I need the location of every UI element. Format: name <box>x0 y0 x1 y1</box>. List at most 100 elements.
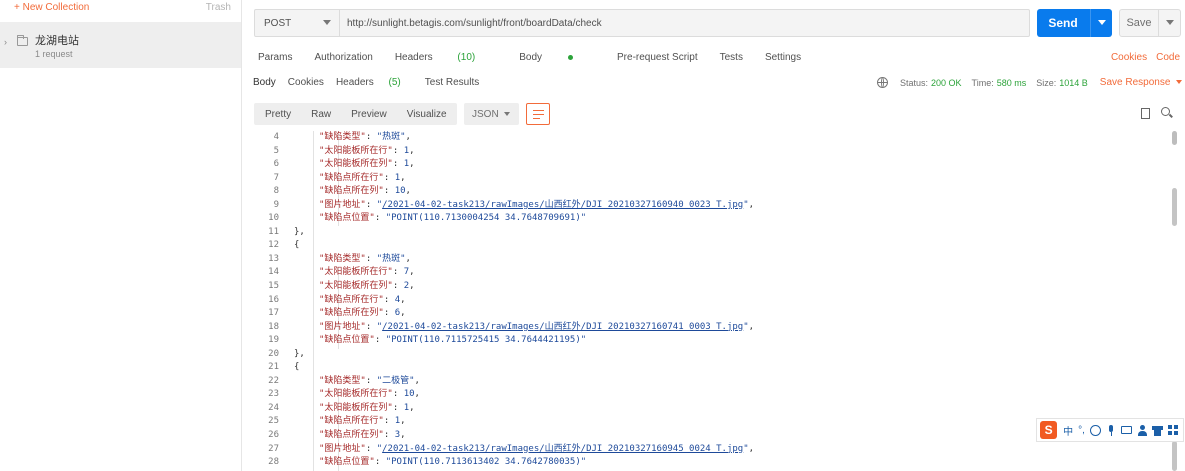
tab-headers-label: Headers <box>394 52 433 63</box>
image-link[interactable]: /2021-04-02-task213/rawImages/山西红外/DJI_2… <box>382 322 743 332</box>
language-select[interactable]: JSON <box>464 103 519 125</box>
code-token: "缺陷点所在列" <box>319 308 384 319</box>
code-token: , <box>409 267 415 278</box>
code-token: "缺陷点所在行" <box>319 294 384 305</box>
tab-authorization[interactable]: Authorization <box>314 52 372 66</box>
save-button[interactable]: Save <box>1119 9 1181 37</box>
ime-punctuation-toggle[interactable]: °, <box>1078 425 1085 436</box>
image-link[interactable]: /2021-04-02-task213/rawImages/山西红外/DJI_2… <box>382 200 743 210</box>
tab-body[interactable]: Body <box>519 52 595 66</box>
code-line: 23 "太阳能板所在行": 10, <box>243 388 1171 402</box>
code-text: "太阳能板所在行": 1, <box>294 145 415 159</box>
user-icon[interactable] <box>1137 424 1148 436</box>
code-token: "太阳能板所在行" <box>319 267 393 278</box>
code-line: 22 "缺陷类型": "二极管", <box>243 375 1171 389</box>
response-tab-headers[interactable]: Headers (5) <box>336 77 413 88</box>
line-number: 26 <box>268 430 279 441</box>
tab-body-label: Body <box>519 52 543 63</box>
tab-headers[interactable]: Headers (10) <box>395 52 497 66</box>
folder-icon <box>17 35 28 46</box>
response-tab-body[interactable]: Body <box>253 77 276 88</box>
line-number: 8 <box>273 186 279 197</box>
line-number: 5 <box>273 145 279 156</box>
cookies-link[interactable]: Cookies <box>1111 52 1147 63</box>
line-number: 9 <box>273 199 279 210</box>
response-tab-test-results[interactable]: Test Results <box>425 77 479 88</box>
format-raw[interactable]: Raw <box>301 109 341 120</box>
code-token: "太阳能板所在行" <box>319 389 393 400</box>
collection-item[interactable]: › 龙湖电站 1 request <box>0 22 241 68</box>
scroll-thumb[interactable] <box>1172 131 1177 145</box>
code-token: : <box>392 267 404 278</box>
toolbox-icon[interactable] <box>1167 424 1179 436</box>
code-token: , <box>400 430 406 441</box>
code-token: "缺陷点所在行" <box>319 172 384 183</box>
ime-language-toggle[interactable]: 中 <box>1063 423 1073 438</box>
tab-tests[interactable]: Tests <box>720 52 743 66</box>
skin-icon[interactable] <box>1152 425 1164 436</box>
ime-logo[interactable]: S <box>1040 421 1058 439</box>
code-token: , <box>400 172 406 183</box>
code-token: }, <box>294 348 305 359</box>
format-visualize[interactable]: Visualize <box>397 109 457 120</box>
code-line: 24 "太阳能板所在列": 1, <box>243 402 1171 416</box>
code-token: "热斑" <box>376 132 406 142</box>
body-indicator-dot <box>568 54 574 60</box>
send-label: Send <box>1048 16 1078 30</box>
response-body-editor[interactable]: 4 "缺陷类型": "热斑", 5 "太阳能板所在行": 1, 6 "太阳能板所在列": … <box>243 131 1171 471</box>
code-token: "图片地址" <box>319 321 366 332</box>
format-preview[interactable]: Preview <box>341 109 397 120</box>
code-line: 19 "缺陷点位置": "POINT(110.7115725415 34.7644… <box>243 334 1171 348</box>
emoji-icon[interactable] <box>1089 424 1101 436</box>
code-token: "POINT(110.7115725415 34.7644421195)" <box>385 335 587 346</box>
code-text: { <box>294 361 299 375</box>
code-line: 28 "缺陷点位置": "POINT(110.7113613402 34.7642… <box>243 456 1171 470</box>
format-pretty[interactable]: Pretty <box>254 109 301 120</box>
chevron-right-icon[interactable]: › <box>4 37 12 47</box>
code-text: }, <box>294 226 305 240</box>
code-text: "缺陷类型": "热斑", <box>294 131 411 145</box>
trash-link[interactable]: Trash <box>206 2 231 13</box>
save-response-label: Save Response <box>1099 77 1171 88</box>
tab-settings[interactable]: Settings <box>765 52 801 66</box>
code-text: "缺陷类型": "二极管", <box>294 375 420 389</box>
code-token: : <box>365 375 377 386</box>
new-collection-button[interactable]: + New Collection <box>14 2 89 13</box>
code-link[interactable]: Code <box>1156 52 1180 63</box>
code-text: { <box>294 239 299 253</box>
send-options-caret-icon[interactable] <box>1090 9 1112 37</box>
line-number: 14 <box>268 267 279 278</box>
code-token: "缺陷类型" <box>319 132 366 142</box>
microphone-icon[interactable] <box>1106 424 1116 436</box>
code-token: : <box>365 199 377 210</box>
tab-prerequest-script[interactable]: Pre-request Script <box>617 52 698 66</box>
scroll-marker <box>1172 188 1177 226</box>
code-line: 18 "图片地址": "/2021-04-02-task213/rawImages… <box>243 321 1171 335</box>
send-button[interactable]: Send <box>1037 9 1112 37</box>
code-line: 11}, <box>243 226 1171 240</box>
keyboard-icon[interactable] <box>1121 426 1132 434</box>
line-number: 7 <box>273 172 279 183</box>
globe-icon[interactable] <box>877 77 888 88</box>
code-line: 15 "太阳能板所在列": 2, <box>243 280 1171 294</box>
method-select[interactable]: POST <box>254 9 340 37</box>
save-options-caret-icon[interactable] <box>1158 10 1180 36</box>
code-text: "缺陷点位置": "POINT(110.7113613402 34.764278… <box>294 456 586 470</box>
scroll-marker <box>1172 441 1177 471</box>
line-number: 4 <box>273 132 279 142</box>
save-response-button[interactable]: Save Response <box>1100 77 1183 88</box>
code-text: "太阳能板所在行": 7, <box>294 266 415 280</box>
copy-icon[interactable] <box>1138 108 1150 124</box>
code-token: : <box>383 294 395 305</box>
save-response-caret-icon <box>1176 80 1183 85</box>
url-input[interactable]: http://sunlight.betagis.com/sunlight/fro… <box>340 9 1030 37</box>
response-tab-cookies[interactable]: Cookies <box>288 77 324 88</box>
wrap-lines-icon[interactable] <box>526 103 550 125</box>
tab-params[interactable]: Params <box>258 52 292 66</box>
code-line: 7 "缺陷点所在行": 1, <box>243 172 1171 186</box>
code-token: 10 <box>394 186 406 197</box>
image-link[interactable]: /2021-04-02-task213/rawImages/山西红外/DJI_2… <box>382 444 743 454</box>
code-text: "图片地址": "/2021-04-02-task213/rawImages/山… <box>294 443 754 457</box>
code-token: "缺陷点位置" <box>319 335 375 346</box>
search-icon[interactable] <box>1161 107 1170 116</box>
